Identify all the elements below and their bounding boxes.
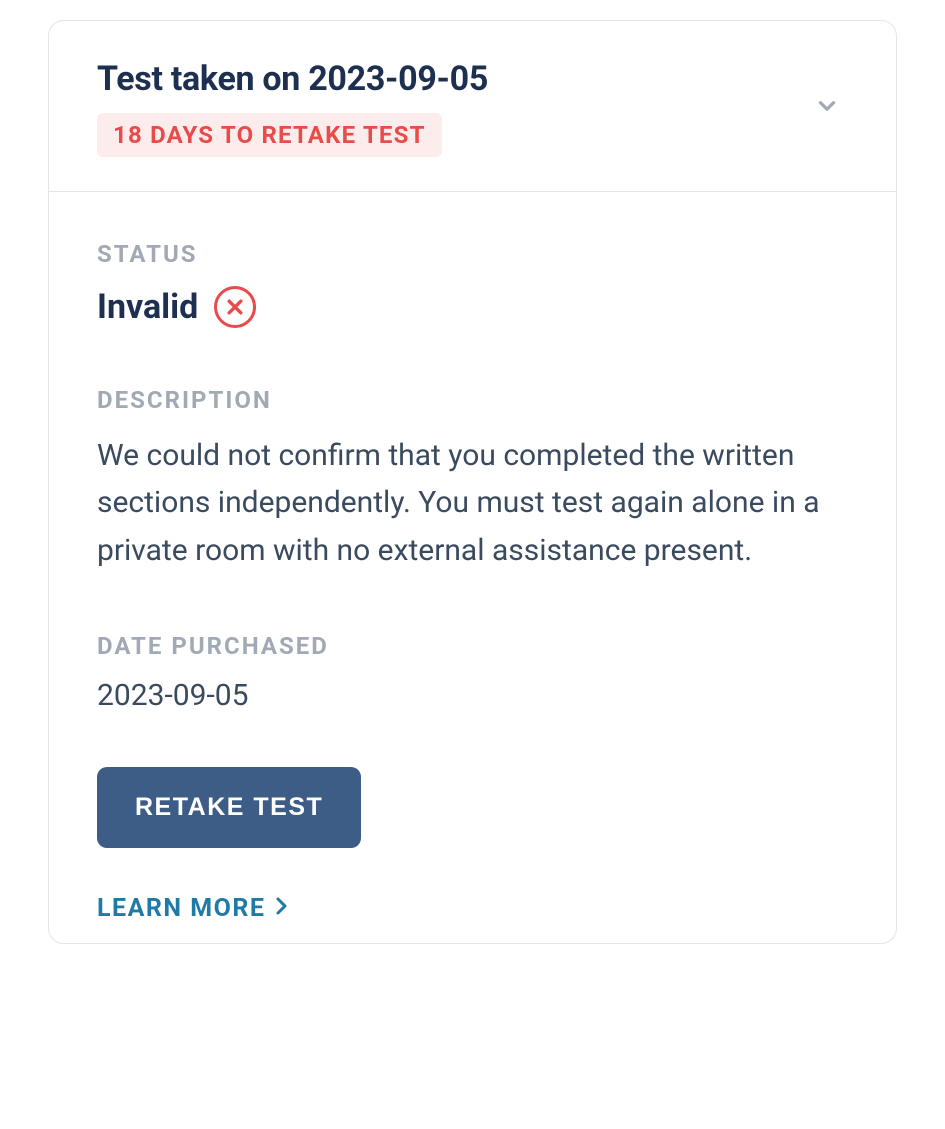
test-result-card: Test taken on 2023-09-05 18 DAYS TO RETA… bbox=[48, 20, 897, 944]
description-label: DESCRIPTION bbox=[97, 386, 848, 414]
status-value: Invalid bbox=[97, 287, 198, 327]
card-body: STATUS Invalid DESCRIPTION We could not … bbox=[49, 192, 896, 943]
learn-more-link[interactable]: LEARN MORE bbox=[97, 894, 289, 923]
chevron-right-icon bbox=[275, 894, 289, 923]
card-header: Test taken on 2023-09-05 18 DAYS TO RETA… bbox=[49, 21, 896, 192]
date-purchased-value: 2023-09-05 bbox=[97, 678, 848, 713]
date-purchased-label: DATE PURCHASED bbox=[97, 632, 848, 660]
description-text: We could not confirm that you completed … bbox=[97, 432, 848, 574]
collapse-toggle[interactable] bbox=[806, 85, 848, 131]
learn-more-label: LEARN MORE bbox=[97, 894, 265, 923]
status-label: STATUS bbox=[97, 240, 848, 268]
invalid-x-icon bbox=[214, 286, 256, 328]
retake-test-button[interactable]: RETAKE TEST bbox=[97, 767, 361, 848]
header-left: Test taken on 2023-09-05 18 DAYS TO RETA… bbox=[97, 59, 488, 157]
retake-countdown-badge: 18 DAYS TO RETAKE TEST bbox=[97, 113, 442, 157]
card-title: Test taken on 2023-09-05 bbox=[97, 59, 488, 99]
chevron-down-icon bbox=[814, 93, 840, 123]
status-row: Invalid bbox=[97, 286, 848, 328]
